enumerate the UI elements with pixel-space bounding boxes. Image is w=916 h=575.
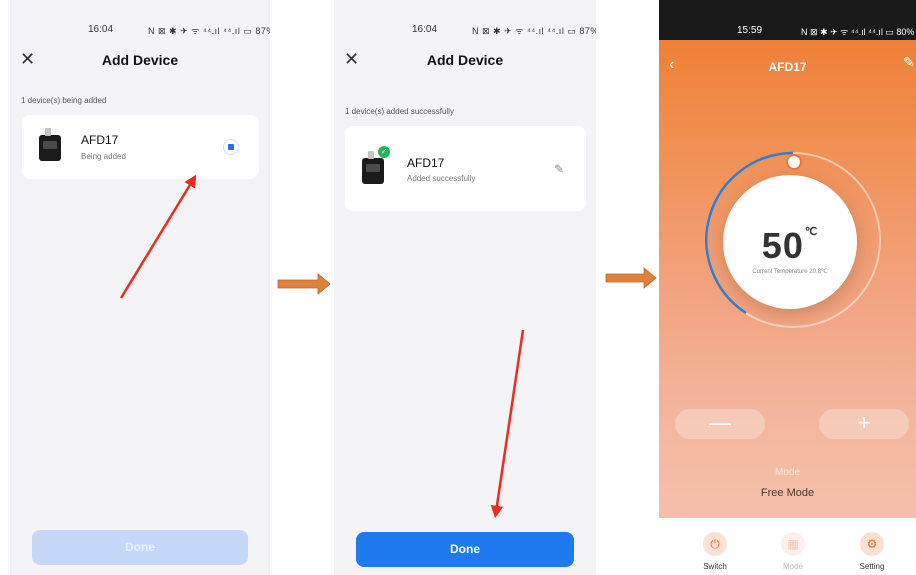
red-arrow-to-done <box>490 329 525 519</box>
red-arrow-to-spinner <box>119 174 197 299</box>
annotation-arrows <box>119 174 657 519</box>
orange-arrow-2 <box>605 267 657 289</box>
orange-arrow-1 <box>277 273 331 295</box>
